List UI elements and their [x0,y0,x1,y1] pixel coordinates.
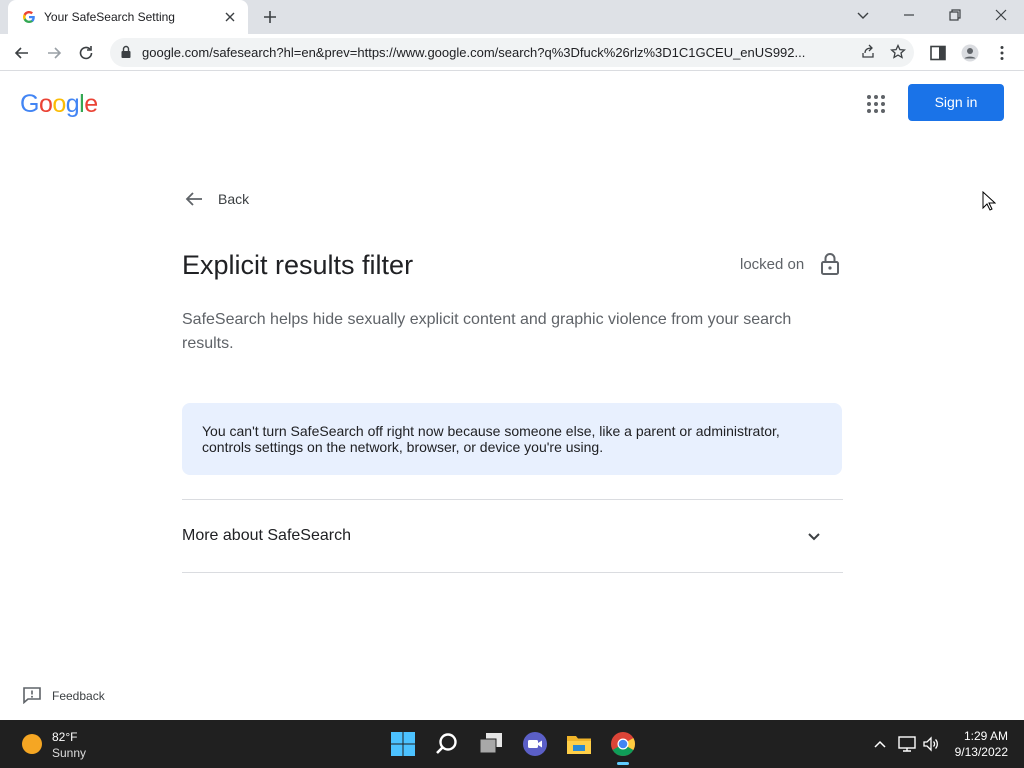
expander-label: More about SafeSearch [182,527,351,544]
google-favicon-icon [23,11,35,23]
teams-chat-icon[interactable] [521,730,549,758]
minimize-icon [904,14,914,16]
page-title: Explicit results filter [182,250,414,280]
windows-taskbar: 82°F Sunny 1:29 AM 9/13/2022 [0,720,1024,768]
feedback-icon [23,687,41,704]
browser-tab-strip: Your SafeSearch Setting [0,0,1024,34]
more-about-safesearch-expander[interactable]: More about SafeSearch [182,500,843,572]
locked-notice-box: You can't turn SafeSearch off right now … [182,403,842,475]
forward-nav-button[interactable] [40,39,68,67]
browser-toolbar: google.com/safesearch?hl=en&prev=https:/… [0,34,1024,71]
clock-date[interactable]: 9/13/2022 [948,745,1008,759]
mouse-cursor-icon [982,191,996,211]
google-apps-icon[interactable] [864,92,888,116]
logo-letter: G [20,90,39,118]
logo-letter: o [52,90,66,118]
url-text: google.com/safesearch?hl=en&prev=https:/… [142,45,806,60]
restore-icon [949,9,961,21]
weather-condition[interactable]: Sunny [52,746,86,760]
browser-menu-button[interactable] [988,39,1016,67]
arrow-left-icon [185,192,202,206]
profile-button[interactable] [956,39,984,67]
minimize-button[interactable] [886,0,932,30]
side-panel-icon [930,45,946,61]
clock-time[interactable]: 1:29 AM [960,729,1008,743]
google-logo[interactable]: Google [20,90,98,119]
side-panel-button[interactable] [924,39,952,67]
network-icon[interactable] [898,736,916,752]
chevron-up-icon[interactable] [872,736,888,752]
start-icon[interactable] [389,730,417,758]
more-vert-icon [1000,46,1004,60]
close-icon [995,9,1007,21]
volume-icon[interactable] [922,736,940,752]
status-label: locked on [740,256,805,273]
notice-text: You can't turn SafeSearch off right now … [202,423,780,455]
sign-in-button[interactable]: Sign in [908,84,1004,121]
browser-tab[interactable]: Your SafeSearch Setting [8,0,248,34]
close-tab-icon[interactable] [220,7,240,27]
bookmark-star-icon[interactable] [890,44,906,60]
new-tab-icon[interactable] [258,6,282,28]
description: SafeSearch helps hide sexually explicit … [182,311,792,352]
padlock-icon [821,253,839,275]
chevron-down-icon [857,12,869,19]
tab-search-button[interactable] [840,0,886,30]
weather-temperature[interactable]: 82°F [52,730,77,744]
file-explorer-icon[interactable] [565,730,593,758]
lock-icon [121,45,131,58]
arrow-left-icon [14,47,28,59]
reload-icon [79,46,93,60]
chrome-icon[interactable] [609,730,637,758]
back-nav-button[interactable] [8,39,36,67]
profile-avatar-icon [961,44,979,62]
sun-icon[interactable] [22,734,42,754]
logo-letter: g [65,90,80,118]
share-icon[interactable] [860,44,876,60]
tab-title: Your SafeSearch Setting [44,10,175,24]
reload-button[interactable] [72,39,100,67]
back-label: Back [218,191,250,207]
safesearch-page: Google Sign in Back Explicit results fil… [0,72,1024,720]
active-app-indicator [617,762,629,765]
divider [182,572,843,573]
screen: Your SafeSearch Setting google.com/safes… [0,0,1024,768]
task-view-icon[interactable] [477,730,505,758]
close-window-button[interactable] [978,0,1024,30]
chevron-down-icon [808,533,820,541]
logo-letter: o [38,90,53,118]
arrow-right-icon [48,47,62,59]
search-icon[interactable] [433,730,461,758]
restore-button[interactable] [932,0,978,30]
logo-letter: e [84,90,98,118]
feedback-label: Feedback [52,689,105,703]
address-bar[interactable]: google.com/safesearch?hl=en&prev=https:/… [110,38,914,67]
